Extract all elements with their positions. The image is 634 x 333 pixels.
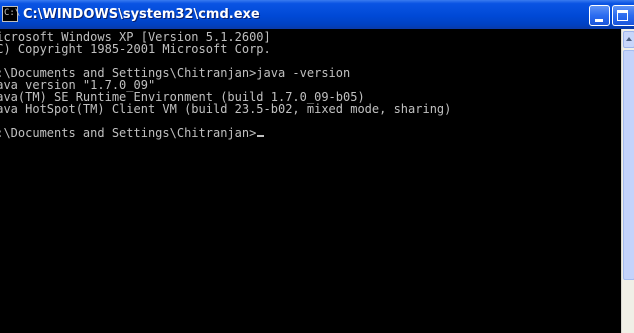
prompt-line[interactable]: C:\Documents and Settings\Chitranjan> xyxy=(0,126,265,140)
vertical-scrollbar[interactable] xyxy=(621,29,634,333)
prompt-text: C:\Documents and Settings\Chitranjan> xyxy=(0,126,257,140)
console-line: Java HotSpot(TM) Client VM (build 23.5-b… xyxy=(0,102,452,116)
cmd-window: C:\ C:\WINDOWS\system32\cmd.exe Microsof… xyxy=(0,0,634,333)
cmd-icon[interactable]: C:\ xyxy=(2,6,20,22)
window-title: C:\WINDOWS\system32\cmd.exe xyxy=(23,7,260,22)
title-bar[interactable]: C:\ C:\WINDOWS\system32\cmd.exe xyxy=(0,0,634,29)
minimize-button[interactable] xyxy=(589,5,610,26)
scroll-up-button[interactable] xyxy=(623,31,634,48)
maximize-icon xyxy=(617,10,628,21)
scroll-thumb[interactable] xyxy=(623,50,634,280)
console-output[interactable]: Microsoft Windows XP [Version 5.1.2600] … xyxy=(0,29,621,333)
minimize-icon xyxy=(595,19,603,22)
maximize-button[interactable] xyxy=(612,5,634,26)
arrow-up-icon xyxy=(626,37,632,41)
text-cursor xyxy=(257,135,265,137)
console-line: (C) Copyright 1985-2001 Microsoft Corp. xyxy=(0,42,271,56)
